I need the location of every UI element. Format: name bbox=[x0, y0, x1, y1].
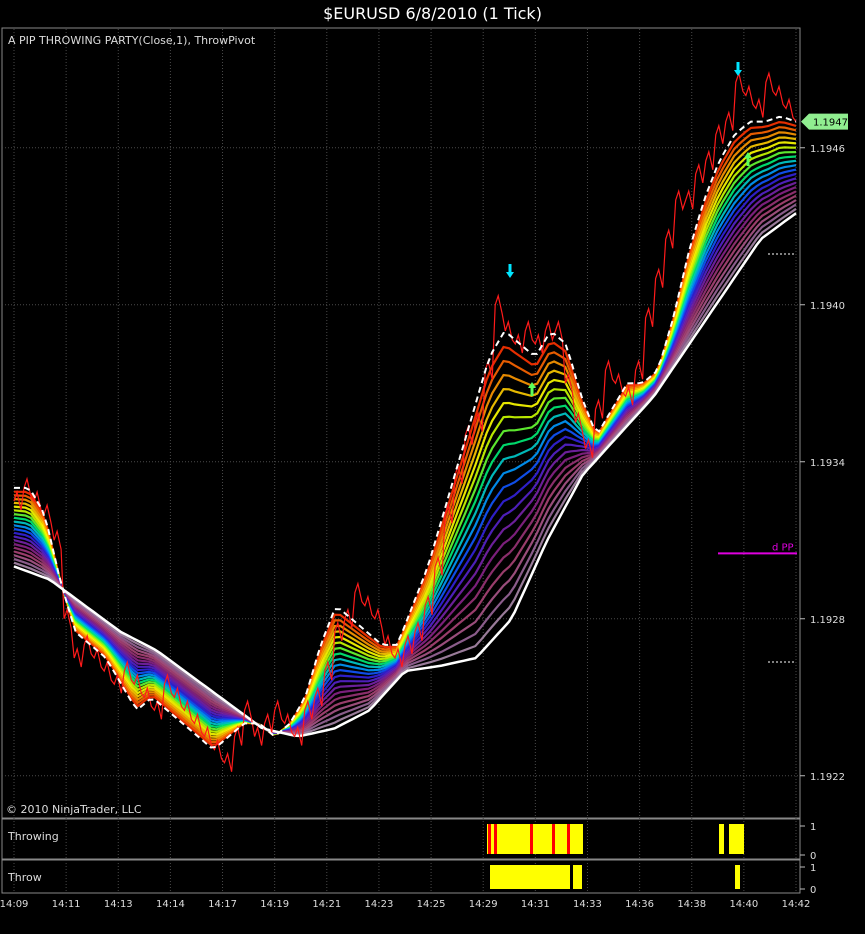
y-tick-label: 1.1928 bbox=[810, 615, 845, 626]
x-tick-label: 14:21 bbox=[312, 899, 341, 910]
chart-svg: d PP A PIP THROWING PARTY(Close,1), Thro… bbox=[0, 27, 848, 910]
throwing-bar-alt bbox=[552, 824, 555, 854]
x-axis: 14:09 14:11 14:13 14:14 14:17 14:19 14:21 14:23… bbox=[0, 899, 810, 910]
x-tick-label: 14:13 bbox=[104, 899, 133, 910]
throwing-panel-frame bbox=[1, 818, 801, 860]
x-tick-label: 14:36 bbox=[625, 899, 654, 910]
throw-panel-tick-label: 1 bbox=[810, 863, 816, 874]
throw-panel-tick-label: 0 bbox=[810, 885, 816, 896]
throw-panel-frame bbox=[1, 859, 801, 894]
throwing-bar bbox=[573, 824, 582, 854]
throwing-panel-label: Throwing bbox=[7, 830, 59, 843]
y-axis: 1.1946 1.1940 1.1934 1.1928 1.1922 1.1947 bbox=[800, 113, 848, 783]
main-panel-frame bbox=[1, 27, 801, 819]
indicator-label: A PIP THROWING PARTY(Close,1), ThrowPivo… bbox=[8, 34, 256, 47]
throwing-bar-alt bbox=[567, 824, 570, 854]
x-tick-label: 14:14 bbox=[156, 899, 185, 910]
throwing-bar bbox=[729, 824, 744, 854]
y-tick-label: 1.1922 bbox=[810, 772, 845, 783]
x-tick-label: 14:19 bbox=[260, 899, 289, 910]
x-tick-label: 14:33 bbox=[573, 899, 602, 910]
throw-panel-label: Throw bbox=[7, 871, 42, 884]
y-tick-label: 1.1940 bbox=[810, 301, 845, 312]
x-tick-label: 14:11 bbox=[52, 899, 81, 910]
x-tick-label: 14:29 bbox=[469, 899, 498, 910]
x-tick-label: 14:42 bbox=[782, 899, 811, 910]
last-price-label: 1.1947 bbox=[813, 118, 848, 129]
throw-bar bbox=[573, 865, 582, 889]
throwing-bar-alt bbox=[488, 824, 491, 854]
x-tick-label: 14:09 bbox=[0, 899, 28, 910]
throwing-bar-alt bbox=[494, 824, 497, 854]
grid bbox=[2, 29, 800, 893]
y-tick-label: 1.1934 bbox=[810, 458, 845, 469]
sell-arrow-icon bbox=[734, 62, 742, 76]
x-tick-label: 14:38 bbox=[677, 899, 706, 910]
y-tick-label: 1.1946 bbox=[810, 144, 845, 155]
throw-bar bbox=[735, 865, 740, 889]
throwing-panel-tick-label: 0 bbox=[810, 851, 816, 862]
ribbon-bands bbox=[13, 120, 797, 746]
x-tick-label: 14:25 bbox=[417, 899, 446, 910]
sell-arrow-icon bbox=[506, 264, 514, 278]
pivot-label: d PP bbox=[772, 542, 794, 553]
x-tick-label: 14:23 bbox=[365, 899, 394, 910]
throwing-panel-tick-label: 1 bbox=[810, 822, 816, 833]
x-tick-label: 14:17 bbox=[208, 899, 237, 910]
throwing-bar bbox=[719, 824, 724, 854]
copyright-label: © 2010 NinjaTrader, LLC bbox=[6, 803, 142, 816]
throw-bar bbox=[490, 865, 570, 889]
x-tick-label: 14:31 bbox=[521, 899, 550, 910]
throwing-bar-alt bbox=[530, 824, 533, 854]
x-tick-label: 14:40 bbox=[729, 899, 758, 910]
chart-window: $EURUSD 6/8/2010 (1 Tick) d PP A PIP THR… bbox=[0, 0, 865, 934]
